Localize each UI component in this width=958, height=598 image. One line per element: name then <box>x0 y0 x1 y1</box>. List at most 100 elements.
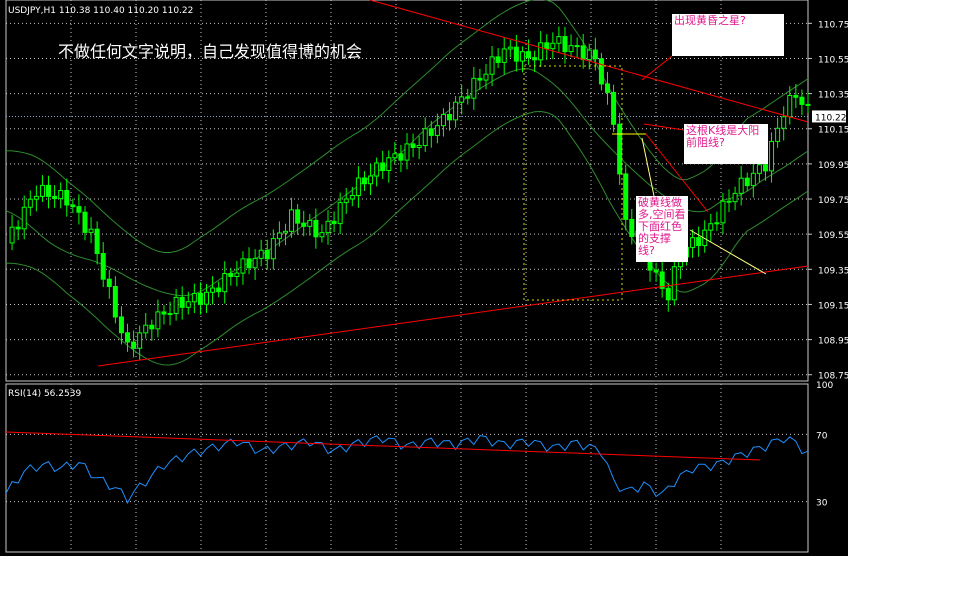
price-tick-label: 109.75 <box>818 196 848 206</box>
candle-body <box>216 287 222 293</box>
candle-body <box>349 195 355 200</box>
price-tick-label: 110.15 <box>818 126 848 136</box>
chart-area: 110.75 110.55 110.35 110.15 109.95 109.75 109.… <box>0 0 850 556</box>
candle-body <box>234 272 240 278</box>
candle-body <box>623 173 629 220</box>
candle-body <box>799 96 805 105</box>
candle-body <box>769 140 775 172</box>
candle-body <box>756 164 762 174</box>
candle-body <box>112 286 118 318</box>
price-tick-label: 110.55 <box>818 55 848 65</box>
price-tick-label: 109.35 <box>818 266 848 276</box>
candle-body <box>440 113 446 127</box>
candle-body <box>197 292 203 305</box>
candle-body <box>15 226 21 230</box>
candle-body <box>404 143 410 161</box>
candle-body <box>519 51 525 62</box>
candle-body <box>374 162 380 177</box>
candle-body <box>155 311 161 330</box>
candle-body <box>738 177 744 194</box>
annotation-support-break: 破黄线做多,空间看下面红色的支撑线? <box>636 196 688 262</box>
candle-body <box>592 49 598 60</box>
candle-body <box>191 292 197 303</box>
candle-body <box>422 128 428 146</box>
candle-body <box>210 287 216 293</box>
candle-body <box>653 269 659 273</box>
candle-body <box>665 287 671 301</box>
candle-body <box>690 237 696 248</box>
candle-body <box>313 219 319 238</box>
rsi-line <box>5 435 809 505</box>
candle-body <box>696 237 702 247</box>
candle-body <box>750 172 756 187</box>
candle-body <box>605 83 610 93</box>
candle-body <box>392 153 398 159</box>
candle-body <box>410 143 416 148</box>
candle-body <box>483 73 489 81</box>
candle-body <box>222 273 228 293</box>
price-tick-label: 109.55 <box>818 231 848 241</box>
candle-body <box>762 164 768 172</box>
candle-body <box>538 42 544 61</box>
rsi-trendline <box>5 431 761 461</box>
candles <box>9 26 811 361</box>
candle-body <box>106 278 112 288</box>
rsi-tick-label: 100 <box>816 381 833 391</box>
candle-body <box>556 36 562 44</box>
candle-body <box>319 232 325 238</box>
candle-body <box>161 311 167 315</box>
candle-body <box>501 48 507 63</box>
candle-body <box>33 195 39 200</box>
candle-body <box>39 184 45 197</box>
candle-body <box>137 332 143 349</box>
candle-body <box>726 200 732 203</box>
candle-body <box>793 94 799 98</box>
candle-body <box>258 249 264 259</box>
candle-body <box>398 153 404 161</box>
candle-body <box>489 56 495 75</box>
candle-body <box>355 177 361 197</box>
candle-body <box>562 36 568 53</box>
candle-body <box>526 51 532 59</box>
price-tick-label: 108.95 <box>818 337 848 347</box>
candle-body <box>386 157 392 172</box>
candle-body <box>149 324 155 330</box>
candle-body <box>544 42 550 50</box>
candle-body <box>131 341 137 349</box>
candle-body <box>282 230 288 234</box>
grid-lines <box>5 0 812 552</box>
candle-body <box>550 42 556 50</box>
candle-body <box>167 313 173 316</box>
annotation-evening-star: 出现黄昏之星? <box>672 14 784 56</box>
candle-body <box>598 58 604 85</box>
candle-body <box>361 177 367 185</box>
symbol-header: USDJPY,H1 110.38 110.40 110.20 110.22 <box>8 6 193 16</box>
price-tick-label: 110.35 <box>818 91 848 101</box>
candle-body <box>580 45 586 61</box>
price-tick-label: 109.15 <box>818 301 848 311</box>
candle-body <box>447 113 453 121</box>
candle-body <box>307 219 313 227</box>
rsi-label: RSI(14) 56.2539 <box>8 389 81 399</box>
candle-body <box>787 94 793 118</box>
candle-body <box>781 116 787 129</box>
candle-body <box>125 332 131 343</box>
candle-body <box>714 222 720 225</box>
candle-body <box>228 273 234 278</box>
candle-body <box>495 56 501 63</box>
candle-body <box>465 96 471 99</box>
candle-body <box>368 175 374 185</box>
candle-body <box>240 258 246 274</box>
candle-body <box>617 123 623 175</box>
candle-body <box>21 206 27 230</box>
candle-body <box>118 316 124 334</box>
headline-text: 不做任何文字说明，自己发现值得博的机会 <box>58 42 363 61</box>
candle-body <box>331 220 337 225</box>
candle-body <box>301 222 307 227</box>
candle-body <box>325 220 331 234</box>
candle-body <box>343 198 349 204</box>
candle-body <box>76 206 82 213</box>
candle-body <box>708 223 714 231</box>
candle-body <box>179 296 185 308</box>
candle-body <box>276 232 282 240</box>
